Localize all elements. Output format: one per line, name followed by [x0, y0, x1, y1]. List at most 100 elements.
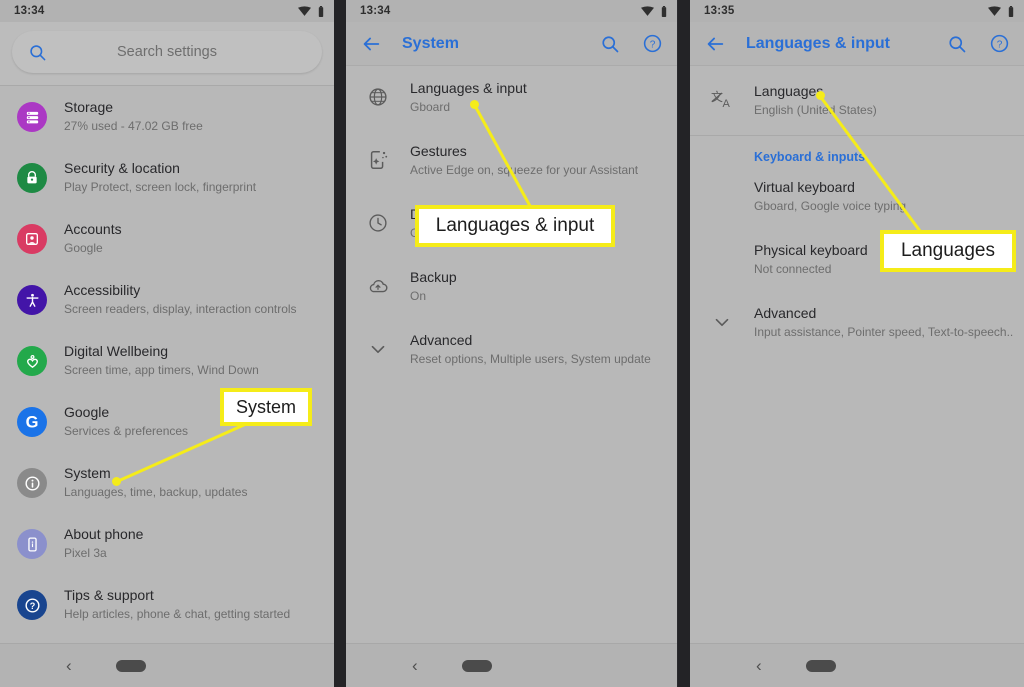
list-item[interactable]: About phone Pixel 3a [0, 513, 334, 574]
row-icon [14, 526, 50, 562]
row-text: Storage 27% used - 47.02 GB free [64, 97, 320, 135]
battery-icon [318, 5, 324, 17]
chevron-down-icon [360, 331, 396, 367]
wifi-icon [641, 6, 654, 16]
svg-text:G: G [26, 414, 39, 432]
status-icons [988, 5, 1014, 17]
status-icons [641, 5, 667, 17]
list-item-virtual-keyboard[interactable]: Virtual keyboard Gboard, Google voice ty… [690, 170, 1024, 228]
storage-icon [17, 102, 47, 132]
list-item[interactable]: Accounts Google [0, 208, 334, 269]
back-chevron-icon[interactable]: ‹ [412, 657, 418, 674]
anchor-dot-languages [816, 91, 825, 100]
list-item[interactable]: Security & location Play Protect, screen… [0, 147, 334, 208]
account-icon [17, 224, 47, 254]
row-text: Digital Wellbeing Screen time, app timer… [64, 341, 320, 379]
battery-icon [1008, 5, 1014, 17]
row-text: Tips & support Help articles, phone & ch… [64, 585, 320, 623]
list-item-title: Accessibility [64, 282, 141, 298]
home-pill[interactable] [461, 659, 492, 672]
list-item-title: Virtual keyboard [754, 179, 855, 195]
svg-text:?: ? [650, 40, 656, 51]
list-item-title: About phone [64, 526, 144, 542]
anchor-dot-system [112, 477, 121, 486]
back-chevron-icon[interactable]: ‹ [66, 657, 72, 674]
list-item-advanced[interactable]: Advanced Reset options, Multiple users, … [346, 318, 677, 381]
back-arrow-icon[interactable] [704, 33, 726, 55]
page-title: System [402, 34, 459, 52]
back-arrow-icon[interactable] [360, 33, 382, 55]
row-text: About phone Pixel 3a [64, 524, 320, 562]
list-item-subtitle: Screen time, app timers, Wind Down [64, 363, 259, 377]
chevron-down-icon [704, 304, 740, 340]
row-icon [14, 465, 50, 501]
list-item-title: Languages & input [410, 80, 527, 96]
list-item[interactable]: Accessibility Screen readers, display, i… [0, 269, 334, 330]
svg-text:A: A [723, 98, 731, 110]
list-item-subtitle: Gboard, Google voice typing [754, 199, 907, 213]
list-item-languages-input[interactable]: Languages & input Gboard [346, 66, 677, 129]
status-bar: 13:35 [690, 0, 1024, 22]
list-item-subtitle: On [410, 289, 427, 303]
cloud-upload-icon [360, 268, 396, 304]
accessibility-icon [17, 285, 47, 315]
row-text: Advanced Input assistance, Pointer speed… [754, 304, 1013, 341]
list-item-title: Tips & support [64, 587, 154, 603]
app-bar-actions: ? [600, 33, 663, 54]
list-item-subtitle: Pixel 3a [64, 546, 107, 560]
list-item[interactable]: Storage 27% used - 47.02 GB free [0, 86, 334, 147]
globe-icon [360, 79, 396, 115]
google-g-icon: G [17, 407, 47, 437]
row-text: Accessibility Screen readers, display, i… [64, 280, 320, 318]
list-item-title: Backup [410, 269, 457, 285]
app-bar: Languages & input ? [690, 22, 1024, 66]
list-item[interactable]: Digital Wellbeing Screen time, app timer… [0, 330, 334, 391]
system-navigation-bar: ‹ [690, 643, 1024, 687]
list-item-title: Advanced [410, 332, 473, 348]
list-item-subtitle: 27% used - 47.02 GB free [64, 119, 203, 133]
status-bar: 13:34 [346, 0, 677, 22]
status-time: 13:34 [14, 5, 45, 17]
battery-icon [661, 5, 667, 17]
row-icon: G [14, 404, 50, 440]
list-item-gestures[interactable]: Gestures Active Edge on, squeeze for you… [346, 129, 677, 192]
search-icon [30, 44, 46, 60]
page-title: Languages & input [746, 34, 890, 52]
list-item-title: Digital Wellbeing [64, 343, 169, 359]
help-icon[interactable]: ? [989, 33, 1010, 54]
list-item-subtitle: Services & preferences [64, 424, 189, 438]
row-icon [14, 221, 50, 257]
search-icon[interactable] [600, 34, 620, 54]
wifi-icon [298, 6, 311, 16]
home-pill[interactable] [115, 659, 146, 672]
list-item-backup[interactable]: Backup On [346, 255, 677, 318]
clock-icon [360, 205, 396, 241]
help-icon[interactable]: ? [642, 33, 663, 54]
callout-system: System [220, 388, 312, 426]
list-item-subtitle: Play Protect, screen lock, fingerprint [64, 180, 257, 194]
list-item-advanced[interactable]: Advanced Input assistance, Pointer speed… [690, 291, 1024, 354]
svg-text:?: ? [997, 40, 1003, 51]
row-text: Languages English (United States) [754, 82, 1010, 119]
list-item-title: Google [64, 404, 110, 420]
list-item[interactable]: ? Tips & support Help articles, phone & … [0, 574, 334, 635]
row-text: Virtual keyboard Gboard, Google voice ty… [754, 178, 1010, 215]
home-pill[interactable] [805, 659, 836, 672]
row-text: Languages & input Gboard [410, 79, 663, 116]
row-icon [14, 343, 50, 379]
search-placeholder: Search settings [117, 44, 217, 60]
back-chevron-icon[interactable]: ‹ [756, 657, 762, 674]
screenshot-root: 13:34 Search settings Storage 27% used -… [0, 0, 1024, 687]
row-icon [14, 282, 50, 318]
row-text: Gestures Active Edge on, squeeze for you… [410, 142, 663, 179]
list-item-languages[interactable]: 文A Languages English (United States) [690, 66, 1024, 135]
app-bar-actions: ? [947, 33, 1010, 54]
list-item-subtitle: Languages, time, backup, updates [64, 485, 248, 499]
list-item-system[interactable]: System Languages, time, backup, updates [0, 452, 334, 513]
status-time: 13:34 [360, 5, 391, 17]
search-icon[interactable] [947, 34, 967, 54]
list-item-title: Physical keyboard [754, 242, 868, 258]
list-item-title: Storage [64, 99, 114, 115]
search-input[interactable]: Search settings [12, 31, 322, 73]
row-icon [14, 160, 50, 196]
